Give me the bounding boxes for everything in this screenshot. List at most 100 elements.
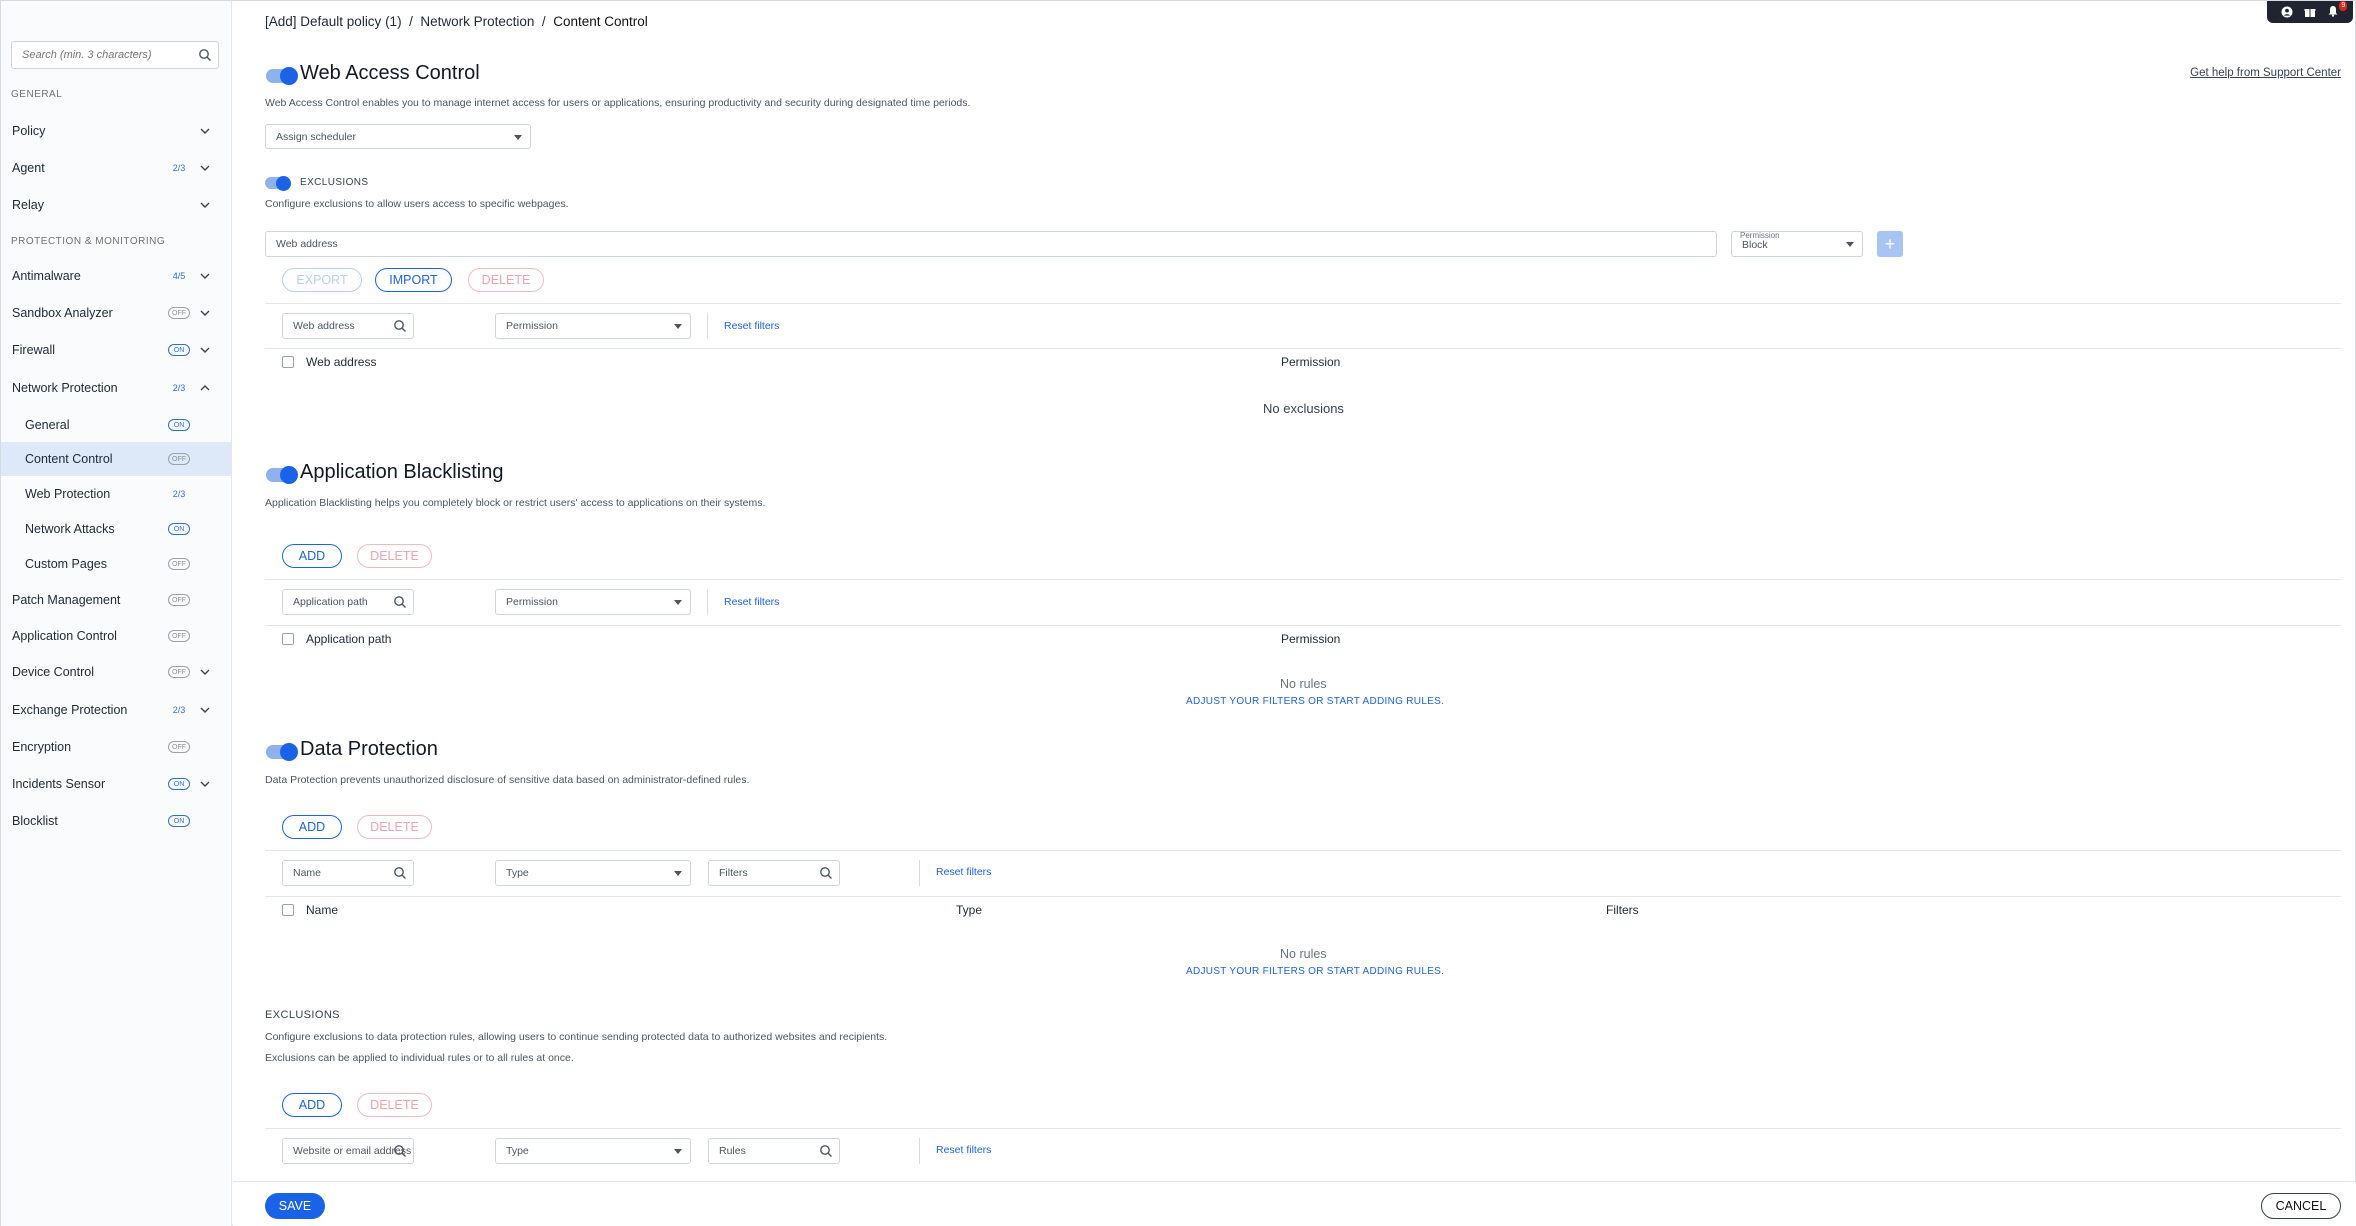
adjust-filters-link[interactable]: ADJUST YOUR FILTERS OR START ADDING RULE…: [1186, 696, 1444, 707]
breadcrumb-current: Content Control: [553, 14, 648, 29]
sidebar-item-incidents-sensor[interactable]: Incidents Sensor ON: [1, 767, 231, 801]
reset-filters-link[interactable]: Reset filters: [936, 866, 991, 878]
sidebar-item-network-attacks[interactable]: Network Attacks ON: [1, 512, 231, 546]
sidebar-item-content-control[interactable]: Content Control OFF: [1, 442, 231, 476]
sidebar-item-antimalware[interactable]: Antimalware 4/5: [1, 259, 231, 293]
breadcrumb: [Add] Default policy (1) / Network Prote…: [265, 14, 648, 29]
sidebar-item-application-control[interactable]: Application Control OFF: [1, 619, 231, 653]
filter-permission-select[interactable]: Permission: [495, 313, 691, 339]
empty-state-text: No rules: [1280, 677, 1327, 691]
sidebar-item-firewall[interactable]: Firewall ON: [1, 333, 231, 367]
sidebar-item-custom-pages[interactable]: Custom Pages OFF: [1, 547, 231, 581]
sidebar-item-policy[interactable]: Policy: [1, 114, 231, 148]
section-protection-label: PROTECTION & MONITORING: [11, 236, 166, 247]
section-general-label: GENERAL: [11, 89, 63, 100]
main-content: [Add] Default policy (1) / Network Prote…: [233, 0, 2356, 1226]
sidebar-item-patch-management[interactable]: Patch Management OFF: [1, 583, 231, 617]
add-data-rule-button[interactable]: ADD: [282, 815, 342, 839]
sidebar-item-device-control[interactable]: Device Control OFF: [1, 655, 231, 689]
adjust-filters-link[interactable]: ADJUST YOUR FILTERS OR START ADDING RULE…: [1186, 966, 1444, 977]
chevron-down-icon[interactable]: [200, 308, 210, 318]
column-header-permission[interactable]: Permission: [1281, 355, 1340, 369]
filter-permission-select[interactable]: Permission: [495, 589, 691, 615]
sidebar-item-agent[interactable]: Agent 2/3: [1, 151, 231, 185]
export-button[interactable]: EXPORT: [282, 268, 362, 292]
sidebar-item-blocklist[interactable]: Blocklist ON: [1, 804, 231, 838]
filter-web-address-input[interactable]: Web address: [282, 313, 414, 339]
divider: [265, 625, 2341, 626]
sidebar-item-general[interactable]: General ON: [1, 408, 231, 442]
chevron-down-icon[interactable]: [200, 200, 210, 210]
chevron-up-icon[interactable]: [200, 383, 210, 393]
chevron-down-icon[interactable]: [200, 271, 210, 281]
filter-rules-input[interactable]: Rules: [708, 1138, 840, 1164]
filter-name-placeholder: Name: [293, 867, 322, 879]
delete-button[interactable]: DELETE: [468, 268, 544, 292]
exclusions-toggle[interactable]: [265, 175, 291, 191]
delete-rule-button[interactable]: DELETE: [357, 544, 432, 568]
sidebar-search[interactable]: [11, 41, 219, 69]
delete-data-exclusion-button[interactable]: DELETE: [357, 1093, 432, 1117]
sidebar-item-web-protection[interactable]: Web Protection 2/3: [1, 477, 231, 511]
support-center-link[interactable]: Get help from Support Center: [2190, 67, 2341, 79]
users-count-badge: 2/3: [172, 489, 186, 499]
sidebar-item-encryption[interactable]: Encryption OFF: [1, 730, 231, 764]
sidebar-item-relay[interactable]: Relay: [1, 188, 231, 222]
add-exclusion-button[interactable]: +: [1877, 231, 1903, 257]
filter-type-select[interactable]: Type: [495, 860, 691, 886]
filter-excl-type-select[interactable]: Type: [495, 1138, 691, 1164]
notifications-bell-icon[interactable]: 9: [2327, 0, 2348, 20]
column-header-name[interactable]: Name: [306, 903, 338, 917]
filter-website-email-input[interactable]: Website or email address: [282, 1138, 414, 1164]
status-badge: ON: [168, 344, 190, 356]
reset-filters-link[interactable]: Reset filters: [724, 320, 779, 332]
add-data-exclusion-button[interactable]: ADD: [282, 1093, 342, 1117]
filter-filters-input[interactable]: Filters: [708, 860, 840, 886]
reset-filters-link[interactable]: Reset filters: [936, 1144, 991, 1156]
add-rule-button[interactable]: ADD: [282, 544, 342, 568]
status-badge: OFF: [168, 453, 190, 465]
sidebar-search-input[interactable]: [12, 42, 182, 68]
breadcrumb-network-protection[interactable]: Network Protection: [420, 14, 534, 29]
application-blacklisting-toggle[interactable]: [266, 466, 298, 484]
column-header-application-path[interactable]: Application path: [306, 632, 391, 646]
search-icon[interactable]: [198, 48, 212, 62]
permission-select[interactable]: Permission Block: [1731, 231, 1863, 257]
select-all-checkbox[interactable]: [282, 356, 294, 368]
import-button[interactable]: IMPORT: [375, 268, 452, 292]
column-header-filters[interactable]: Filters: [1606, 903, 1639, 917]
status-badge: OFF: [168, 741, 190, 753]
filter-type-value: Type: [506, 867, 529, 879]
web-address-input[interactable]: Web address: [265, 231, 1717, 257]
save-button[interactable]: SAVE: [265, 1193, 325, 1219]
chevron-down-icon[interactable]: [200, 163, 210, 173]
breadcrumb-policy[interactable]: [Add] Default policy (1): [265, 14, 402, 29]
filter-name-input[interactable]: Name: [282, 860, 414, 886]
sidebar-item-network-protection[interactable]: Network Protection 2/3: [1, 371, 231, 405]
empty-state-text: No rules: [1280, 947, 1327, 961]
select-all-checkbox[interactable]: [282, 904, 294, 916]
select-all-checkbox[interactable]: [282, 633, 294, 645]
sidebar-item-exchange-protection[interactable]: Exchange Protection 2/3: [1, 693, 231, 727]
cancel-button[interactable]: CANCEL: [2261, 1193, 2341, 1219]
reset-filters-link[interactable]: Reset filters: [724, 596, 779, 608]
chevron-down-icon[interactable]: [200, 126, 210, 136]
assign-scheduler-select[interactable]: Assign scheduler: [265, 124, 531, 149]
web-access-control-toggle[interactable]: [266, 67, 298, 85]
chevron-down-icon[interactable]: [200, 667, 210, 677]
chevron-down-icon[interactable]: [200, 345, 210, 355]
search-icon: [820, 1145, 832, 1157]
column-header-web-address[interactable]: Web address: [306, 355, 376, 369]
chevron-down-icon[interactable]: [200, 779, 210, 789]
divider: [919, 860, 920, 886]
gift-icon[interactable]: [2304, 6, 2316, 18]
delete-data-rule-button[interactable]: DELETE: [357, 815, 432, 839]
column-header-permission[interactable]: Permission: [1281, 632, 1340, 646]
sidebar-item-sandbox-analyzer[interactable]: Sandbox Analyzer OFF: [1, 296, 231, 330]
filter-application-path-input[interactable]: Application path: [282, 589, 414, 615]
data-protection-toggle[interactable]: [266, 743, 298, 761]
filter-filters-placeholder: Filters: [719, 867, 748, 879]
user-icon[interactable]: [2281, 6, 2293, 18]
column-header-type[interactable]: Type: [956, 903, 982, 917]
chevron-down-icon[interactable]: [200, 705, 210, 715]
